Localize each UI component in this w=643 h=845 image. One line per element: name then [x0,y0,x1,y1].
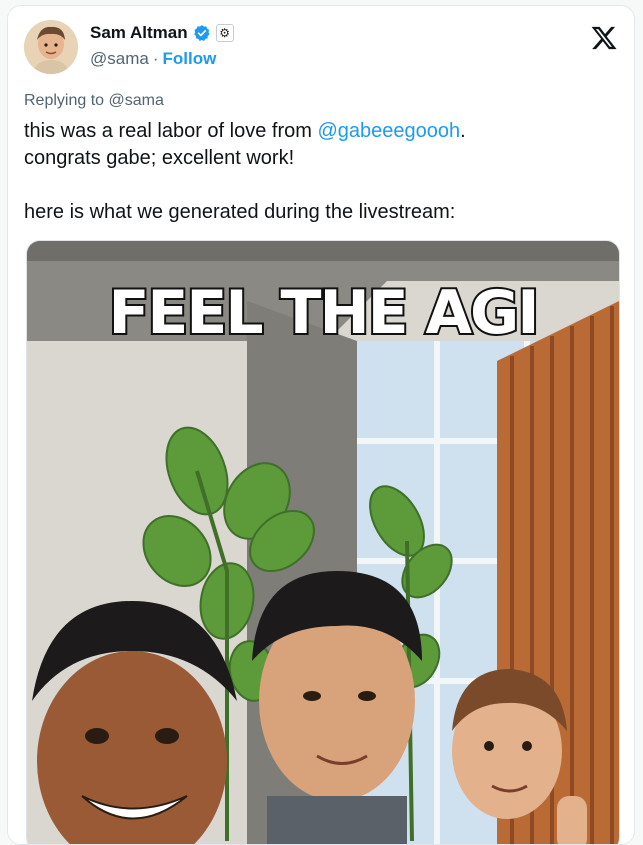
handle-row: @sama · Follow [90,49,216,69]
mention-link[interactable]: @gabeeegoooh [317,120,460,142]
separator-dot: · [152,49,159,68]
tweet-text: this was a real labor of love from @gabe… [24,118,619,226]
tweet-media-image[interactable]: FEEL THE AGI [26,240,620,844]
author-handle[interactable]: @sama [90,49,149,68]
avatar[interactable] [24,20,78,74]
image-caption: FEEL THE AGI [108,278,537,348]
org-badge-icon: ⚙ [215,24,234,42]
tweet-card: Sam Altman ⚙ @sama · Follow Replying to @s… [7,5,635,845]
x-logo-icon[interactable] [590,24,618,52]
generated-image-icon: FEEL THE AGI [27,241,619,844]
follow-button[interactable]: Follow [163,49,217,68]
avatar-photo-icon [24,20,78,74]
reply-context: Replying to @sama [24,92,164,109]
author-name-row: Sam Altman ⚙ [90,23,234,43]
author-name[interactable]: Sam Altman [90,23,188,43]
verified-badge-icon [193,25,210,41]
tweet-text-part1: this was a real labor of love from [24,120,318,142]
tweet-header: Sam Altman ⚙ @sama · Follow [24,20,618,80]
